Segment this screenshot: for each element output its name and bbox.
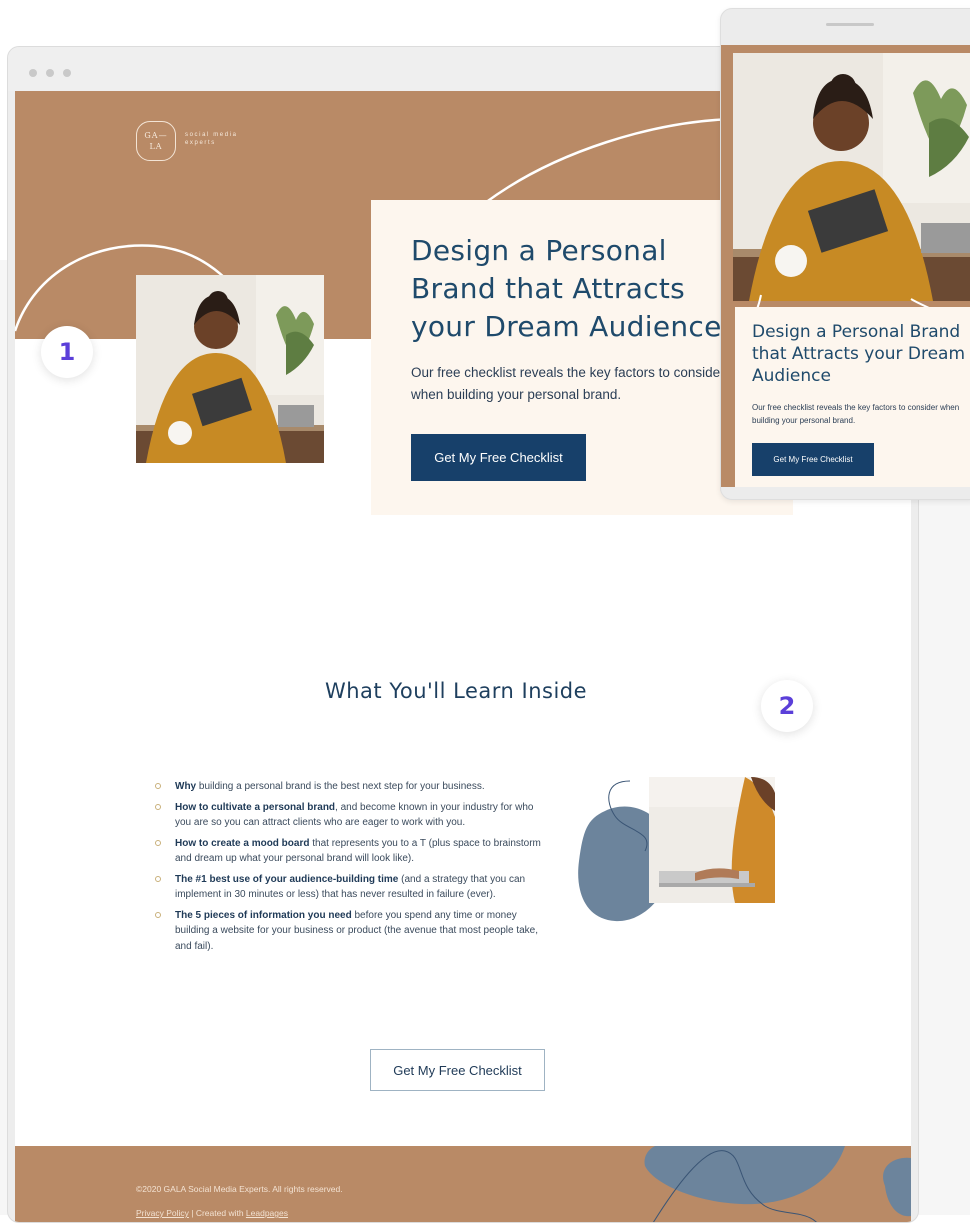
laptop-illustration bbox=[578, 777, 775, 922]
mobile-hero-subtitle: Our free checklist reveals the key facto… bbox=[752, 403, 960, 425]
hero-title: Design a Personal Brand that Attracts yo… bbox=[411, 234, 722, 343]
list-item: Why building a personal brand is the bes… bbox=[151, 779, 541, 795]
footer-decoration bbox=[644, 1146, 911, 1222]
phone-speaker bbox=[826, 23, 874, 26]
privacy-policy-link[interactable]: Privacy Policy bbox=[136, 1208, 189, 1218]
logo-tagline: social media experts bbox=[185, 132, 238, 146]
bullet-circle-icon bbox=[155, 875, 161, 882]
bullet-circle-icon bbox=[155, 911, 161, 918]
browser-dot-icon bbox=[29, 69, 37, 77]
learn-list: Why building a personal brand is the bes… bbox=[151, 779, 541, 959]
mobile-preview: Design a Personal Brand that Attracts yo… bbox=[720, 8, 970, 500]
list-item-bold: The #1 best use of your audience-buildin… bbox=[175, 873, 399, 885]
marker-two: 2 bbox=[761, 680, 813, 732]
list-item-bold: The 5 pieces of information you need bbox=[175, 909, 352, 921]
footer: ©2020 GALA Social Media Experts. All rig… bbox=[15, 1146, 911, 1222]
bullet-circle-icon bbox=[155, 803, 161, 810]
list-item: The #1 best use of your audience-buildin… bbox=[151, 872, 541, 903]
bullet-circle-icon bbox=[155, 839, 161, 846]
list-item: How to create a mood board that represen… bbox=[151, 836, 541, 867]
marker-one: 1 bbox=[41, 326, 93, 378]
hero-photo-illustration bbox=[136, 275, 324, 463]
learn-cta-button[interactable]: Get My Free Checklist bbox=[370, 1049, 545, 1091]
mobile-hero-card: Design a Personal Brand that Attracts yo… bbox=[735, 307, 970, 487]
leadpages-link[interactable]: Leadpages bbox=[246, 1208, 288, 1218]
mobile-hero-title: Design a Personal Brand that Attracts yo… bbox=[752, 322, 966, 386]
hero-cta-button[interactable]: Get My Free Checklist bbox=[411, 434, 586, 481]
footer-copyright: ©2020 GALA Social Media Experts. All rig… bbox=[136, 1184, 343, 1194]
logo-mark[interactable]: GA— LA bbox=[136, 121, 176, 161]
browser-dot-icon bbox=[63, 69, 71, 77]
list-item-bold: Why bbox=[175, 781, 197, 792]
bullet-circle-icon bbox=[155, 783, 161, 789]
mobile-hero-photo bbox=[733, 53, 970, 301]
list-item: The 5 pieces of information you need bef… bbox=[151, 908, 541, 955]
mobile-screen: Design a Personal Brand that Attracts yo… bbox=[721, 45, 970, 487]
footer-links: Privacy Policy | Created with Leadpages bbox=[136, 1208, 288, 1218]
hero-photo bbox=[136, 275, 324, 463]
list-item: How to cultivate a personal brand, and b… bbox=[151, 800, 541, 831]
list-item-bold: How to cultivate a personal brand bbox=[175, 801, 336, 813]
mobile-cta-button[interactable]: Get My Free Checklist bbox=[752, 443, 874, 476]
list-item-bold: How to create a mood board bbox=[175, 837, 310, 849]
browser-dot-icon bbox=[46, 69, 54, 77]
footer-separator: | Created with bbox=[188, 1208, 246, 1218]
list-item-text: building a personal brand is the best ne… bbox=[196, 781, 485, 792]
hero-subtitle: Our free checklist reveals the key facto… bbox=[411, 365, 725, 402]
